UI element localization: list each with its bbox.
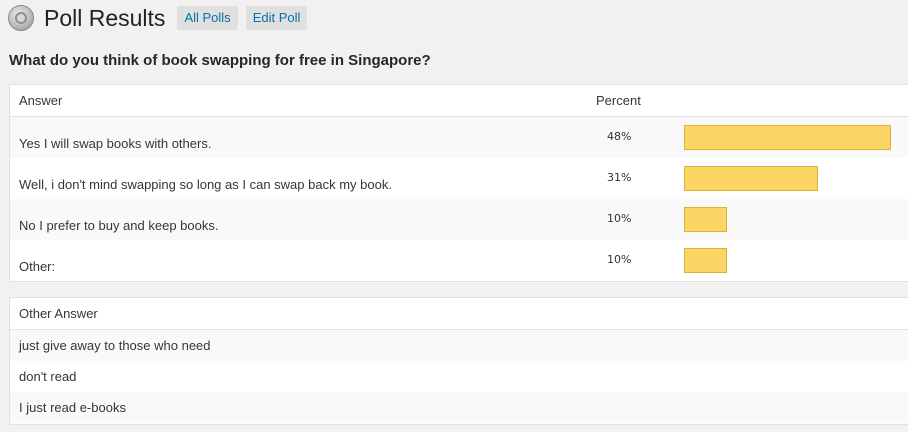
page-title: Poll Results <box>44 5 166 31</box>
result-answer: No I prefer to buy and keep books. <box>19 218 219 233</box>
poll-icon <box>8 5 34 31</box>
result-percent: 10% <box>607 253 632 266</box>
other-answer-row: don't read <box>10 361 908 392</box>
result-row: Yes I will swap books with others. 48% <box>10 117 908 158</box>
result-percent: 31% <box>607 171 632 184</box>
other-answer-row: just give away to those who need <box>10 330 908 361</box>
result-bar <box>684 166 818 191</box>
result-answer: Yes I will swap books with others. <box>19 136 212 151</box>
result-answer: Other: <box>19 259 56 274</box>
other-answers-table: Other Answer just give away to those who… <box>9 297 908 425</box>
all-polls-button[interactable]: All Polls <box>177 6 238 30</box>
result-percent: 10% <box>607 212 632 225</box>
poll-icon-center <box>15 12 27 24</box>
other-answers-header: Other Answer <box>10 298 908 330</box>
result-row: No I prefer to buy and keep books. 10% <box>10 199 908 240</box>
result-answer: Well, i don't mind swapping so long as I… <box>19 177 392 192</box>
poll-question: What do you think of book swapping for f… <box>9 52 431 69</box>
answer-column-header: Answer <box>19 93 63 108</box>
other-answer-column-header: Other Answer <box>19 306 98 321</box>
results-table: Answer Percent Yes I will swap books wit… <box>9 84 908 282</box>
edit-poll-button[interactable]: Edit Poll <box>245 6 308 30</box>
result-row: Other: 10% <box>10 240 908 281</box>
result-bar <box>684 248 727 273</box>
result-percent: 48% <box>607 130 632 143</box>
result-row: Well, i don't mind swapping so long as I… <box>10 158 908 199</box>
page-header: Poll Results All Polls Edit Poll <box>8 4 315 32</box>
percent-column-header: Percent <box>596 93 641 108</box>
other-answer-row: I just read e-books <box>10 392 908 423</box>
other-answer-text: just give away to those who need <box>19 338 211 353</box>
result-bar <box>684 207 727 232</box>
other-answer-text: I just read e-books <box>19 400 126 415</box>
result-bar <box>684 125 891 150</box>
other-answer-text: don't read <box>19 369 77 384</box>
results-table-header: Answer Percent <box>10 85 908 117</box>
